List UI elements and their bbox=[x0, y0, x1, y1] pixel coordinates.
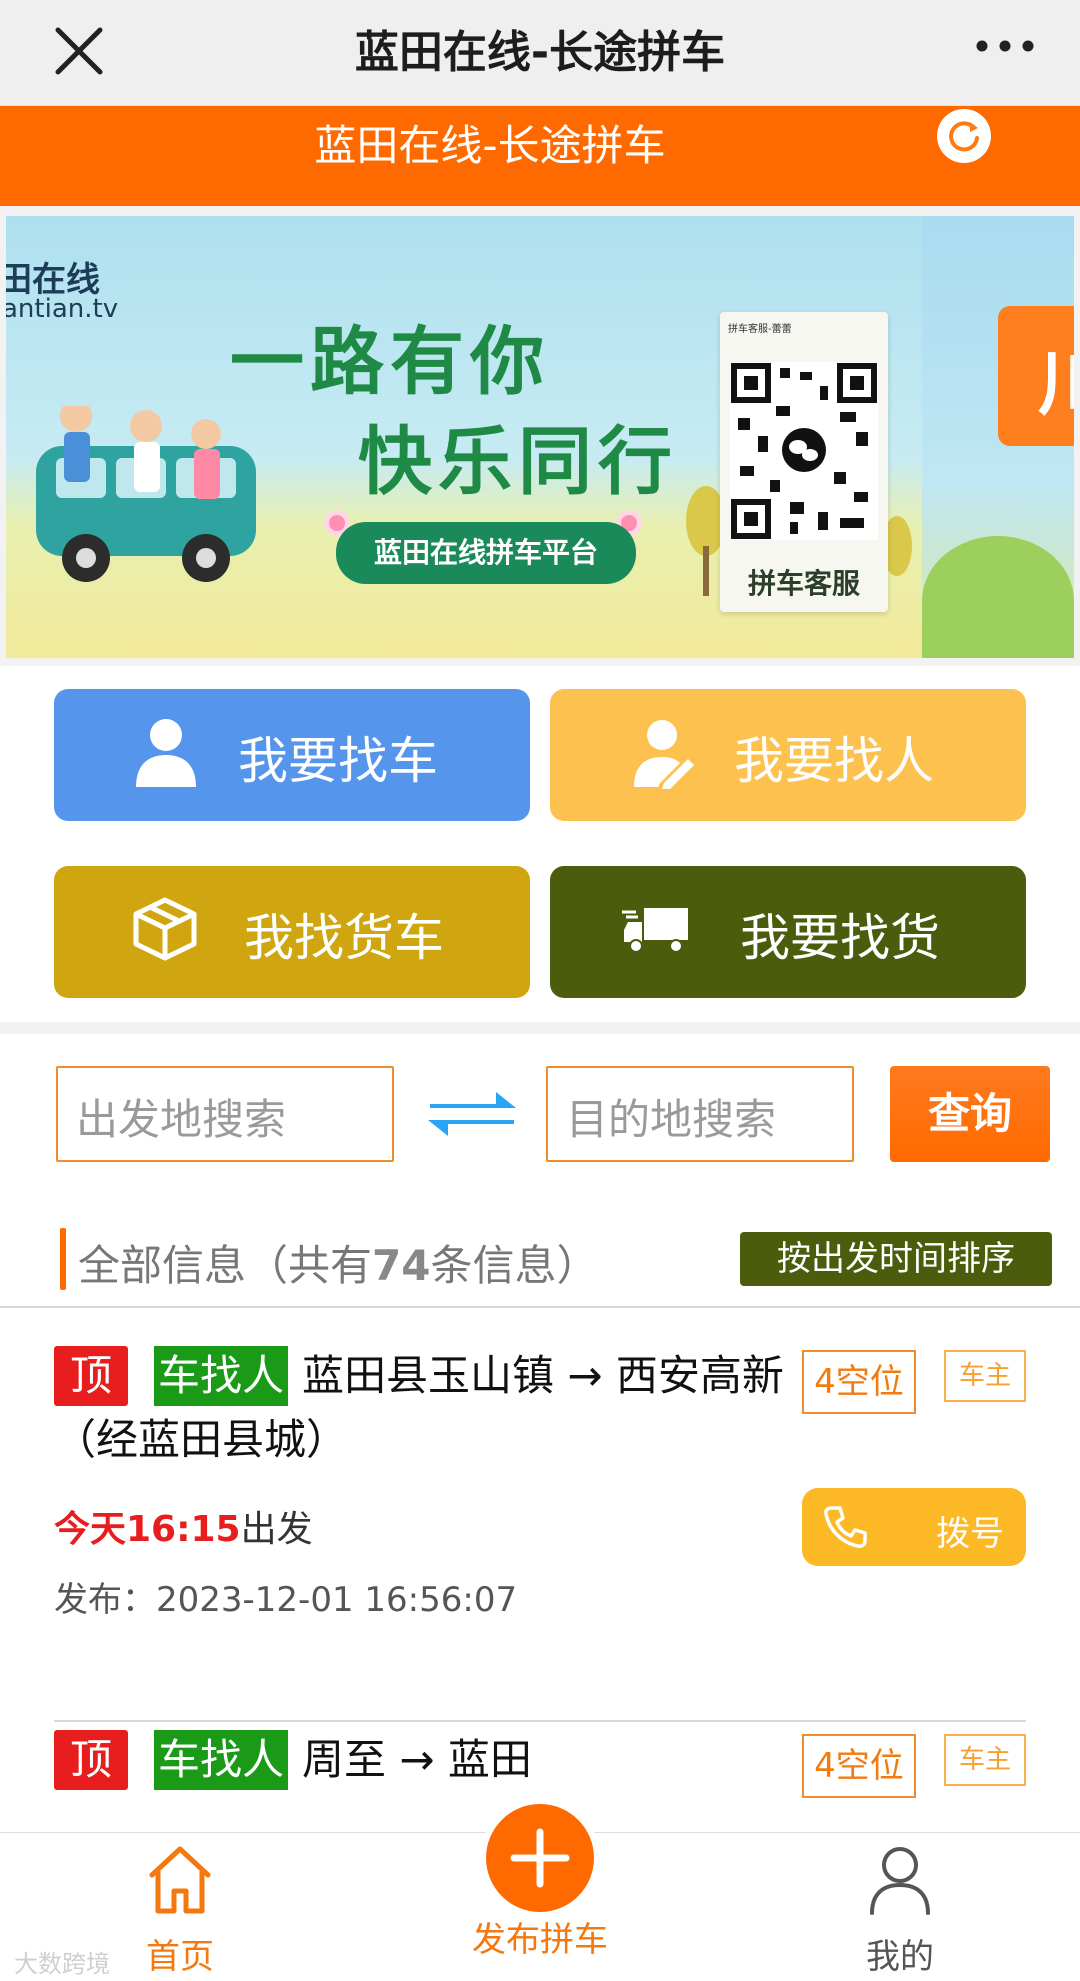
ride-item[interactable]: 顶车找人 蓝田县玉山镇 → 西安高新（经蓝田县城） 4空位 车主 拨号 今天16:… bbox=[0, 1344, 1080, 1722]
banner-headline-1: 一路有你 bbox=[230, 319, 550, 405]
find-person-label: 我要找人 bbox=[734, 732, 934, 790]
ride-route: 顶车找人 蓝田县玉山镇 → 西安高新（经蓝田县城） bbox=[54, 1344, 784, 1472]
tab-mine-label: 我的 bbox=[866, 1937, 934, 1977]
find-person-button[interactable]: 我要找人 bbox=[550, 689, 1026, 821]
banner-headline-2: 快乐同行 bbox=[358, 419, 678, 505]
user-icon bbox=[870, 1847, 930, 1915]
departure-suffix: 出发 bbox=[240, 1509, 313, 1550]
list-header-accent bbox=[60, 1228, 66, 1290]
qr-card-header: 拼车客服-蕾蕾 bbox=[728, 324, 792, 335]
list-count: 74 bbox=[372, 1241, 431, 1290]
seats-badge: 4空位 bbox=[802, 1350, 916, 1414]
banner-carousel[interactable]: 田在线 antian.tv 一路有你 快乐同行 蓝田在线拼车平台 拼车客服-蕾蕾… bbox=[6, 216, 1074, 658]
list-title-suffix: 条信息） bbox=[430, 1241, 599, 1290]
query-button[interactable]: 查询 bbox=[890, 1066, 1050, 1162]
ride-type-tag: 车找人 bbox=[154, 1730, 289, 1790]
package-box-icon bbox=[133, 897, 197, 961]
destination-search-input[interactable]: 目的地搜索 bbox=[546, 1066, 854, 1162]
qr-code-icon bbox=[730, 362, 878, 540]
banner-next-slide[interactable]: 川 bbox=[922, 216, 1074, 658]
posted-time: 发布：2023-12-01 16:56:07 bbox=[54, 1580, 518, 1620]
next-slide-text: 川 bbox=[998, 306, 1074, 446]
top-navbar: 蓝田在线-长途拼车 bbox=[0, 0, 1080, 106]
delivery-truck-icon bbox=[622, 908, 688, 953]
list-title-prefix: 全部信息（共有 bbox=[78, 1241, 373, 1290]
van-illustration bbox=[36, 406, 256, 582]
ride-route: 顶车找人 周至 → 蓝田 bbox=[54, 1728, 784, 1792]
find-truck-label: 我找货车 bbox=[244, 909, 444, 967]
dial-label: 拨号 bbox=[936, 1514, 1004, 1554]
close-icon[interactable] bbox=[48, 20, 110, 82]
action-buttons-panel: 我要找车 我要找人 我找货车 我要找货 bbox=[0, 666, 1080, 1022]
dial-button[interactable]: 拨号 bbox=[802, 1488, 1026, 1566]
owner-badge: 车主 bbox=[944, 1734, 1026, 1786]
departure-time: 今天16:15出发 bbox=[54, 1500, 313, 1552]
tab-mine[interactable]: 我的 bbox=[800, 1833, 1000, 1981]
refresh-icon bbox=[949, 121, 979, 152]
navbar-title: 蓝田在线-长途拼车 bbox=[354, 27, 726, 78]
sort-by-departure-button[interactable]: 按出发时间排序 bbox=[740, 1232, 1052, 1286]
publish-ride-button[interactable] bbox=[486, 1804, 594, 1912]
qr-card: 拼车客服-蕾蕾 拼车客服 bbox=[720, 312, 888, 612]
ride-divider bbox=[54, 1720, 1026, 1722]
person-edit-icon bbox=[634, 720, 694, 789]
find-car-button[interactable]: 我要找车 bbox=[54, 689, 530, 821]
qr-caption: 拼车客服 bbox=[747, 567, 860, 600]
departure-time-value: 今天16:15 bbox=[54, 1509, 241, 1550]
seats-badge: 4空位 bbox=[802, 1734, 916, 1798]
watermark-text: 大数跨境 bbox=[14, 1950, 110, 1978]
refresh-button[interactable] bbox=[937, 109, 991, 163]
banner-logo-sub: antian.tv bbox=[6, 294, 119, 324]
page-header: 蓝田在线-长途拼车 bbox=[0, 106, 1080, 206]
pinned-tag: 顶 bbox=[54, 1730, 129, 1790]
more-options-icon[interactable] bbox=[970, 22, 1040, 84]
phone-icon bbox=[824, 1506, 867, 1548]
list-header-title: 全部信息（共有74条信息） bbox=[78, 1232, 598, 1293]
banner-slide[interactable]: 田在线 antian.tv 一路有你 快乐同行 蓝田在线拼车平台 拼车客服-蕾蕾… bbox=[6, 216, 922, 658]
pinned-tag: 顶 bbox=[54, 1346, 129, 1406]
tab-home-label: 首页 bbox=[146, 1937, 214, 1977]
find-truck-button[interactable]: 我找货车 bbox=[54, 866, 530, 998]
home-icon bbox=[149, 1846, 211, 1914]
plus-icon bbox=[510, 1828, 570, 1888]
find-car-label: 我要找车 bbox=[238, 732, 438, 790]
ride-route-text: 周至 → 蓝田 bbox=[302, 1735, 532, 1784]
platform-ribbon: 蓝田在线拼车平台 bbox=[336, 522, 636, 584]
tree-trunk bbox=[703, 546, 709, 596]
find-cargo-label: 我要找货 bbox=[740, 909, 940, 967]
tab-publish-label[interactable]: 发布拼车 bbox=[440, 1912, 640, 1961]
departure-search-input[interactable]: 出发地搜索 bbox=[56, 1066, 394, 1162]
page-header-title: 蓝田在线-长途拼车 bbox=[314, 121, 666, 170]
hill-decoration bbox=[922, 536, 1074, 658]
person-icon bbox=[136, 719, 196, 787]
find-cargo-button[interactable]: 我要找货 bbox=[550, 866, 1026, 998]
swap-arrows-icon[interactable] bbox=[426, 1080, 518, 1150]
ride-type-tag: 车找人 bbox=[154, 1346, 289, 1406]
owner-badge: 车主 bbox=[944, 1350, 1026, 1402]
tab-home[interactable]: 首页 bbox=[80, 1833, 280, 1981]
list-header: 全部信息（共有74条信息） 按出发时间排序 bbox=[0, 1212, 1080, 1308]
